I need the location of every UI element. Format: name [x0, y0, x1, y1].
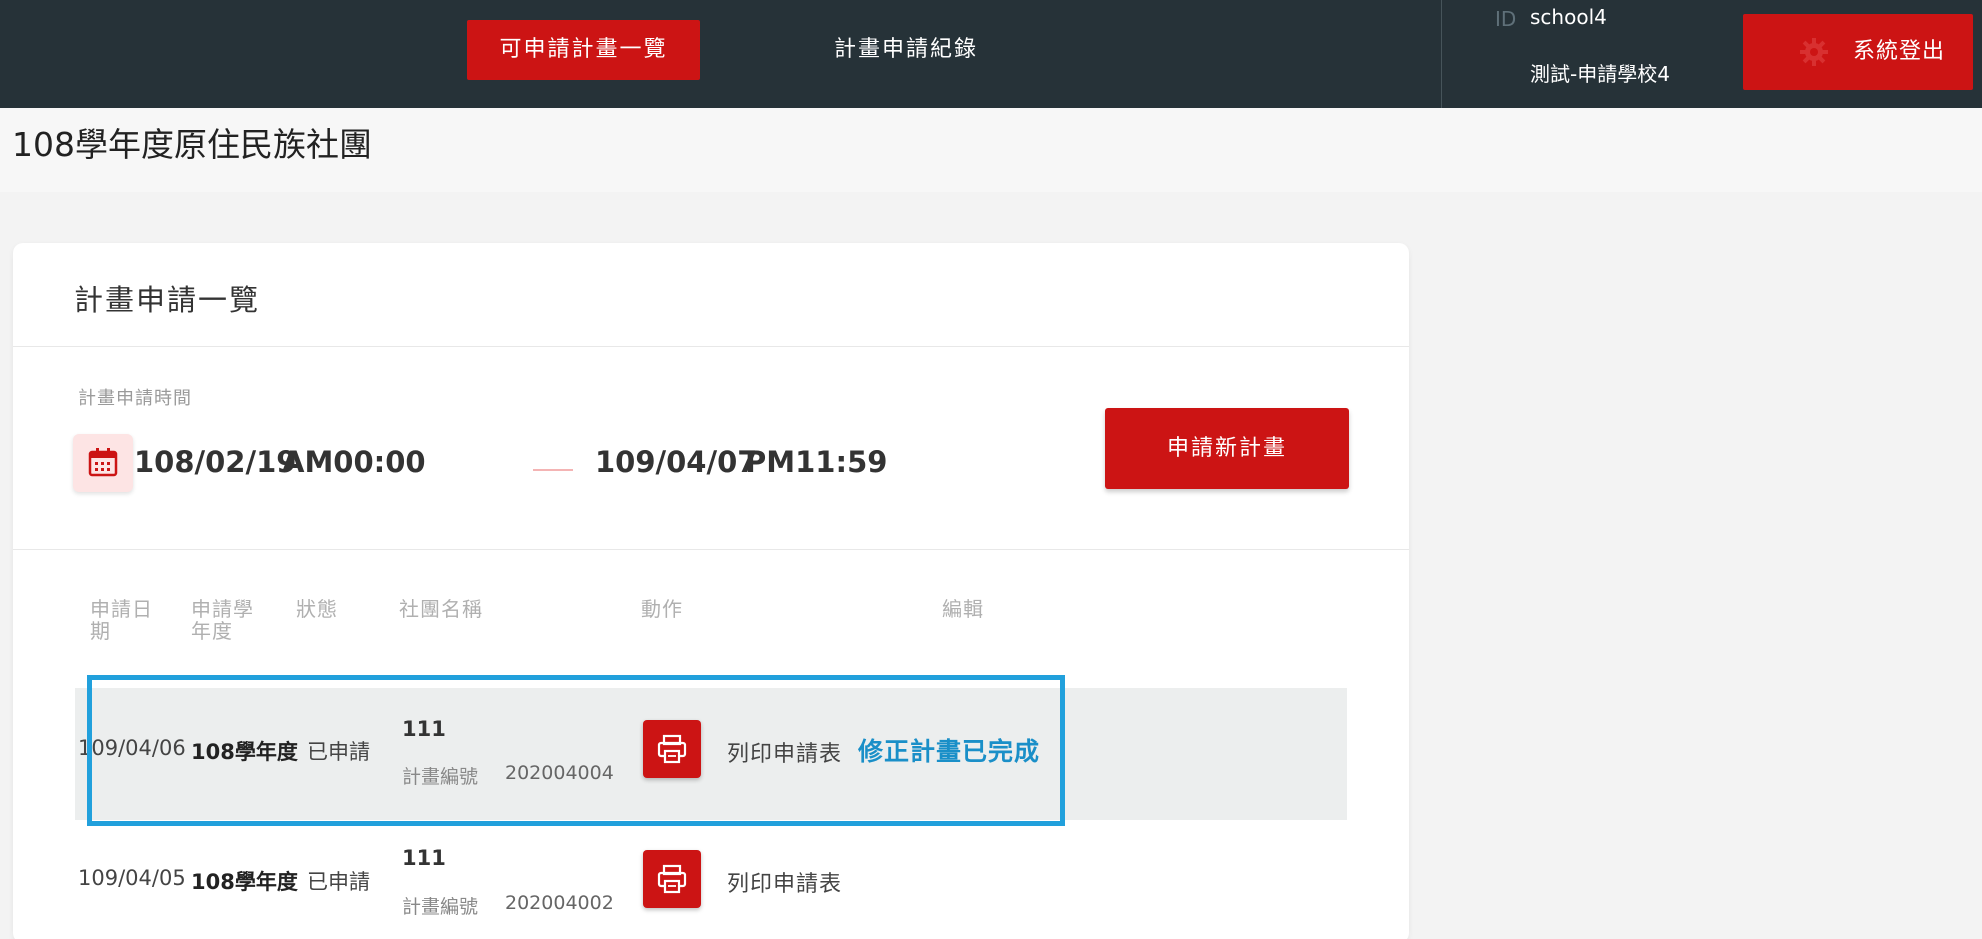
logout-button[interactable]: 系統登出 — [1743, 14, 1973, 90]
printer-icon — [657, 864, 687, 894]
header-status: 狀態 — [296, 597, 338, 621]
row-plan-no: 202004002 — [505, 892, 614, 914]
user-id: school4 — [1530, 5, 1607, 29]
top-navbar: 可申請計畫一覽 計畫申請紀錄 ID school4 測試-申請學校4 系統登出 — [0, 0, 1982, 108]
row-plan-no-label: 計畫編號 — [402, 896, 479, 918]
row-club-name: 111 — [402, 846, 446, 870]
end-date: 109/04/07 — [595, 445, 758, 479]
topbar-divider — [1441, 0, 1442, 108]
plan-application-card: 計畫申請一覽 計畫申請時間 108/02/19 AM00:00 109/04/0… — [13, 243, 1409, 939]
header-apply-year: 申請學年度 — [191, 597, 254, 643]
print-form-link[interactable]: 列印申請表 — [727, 866, 842, 898]
end-time: PM11:59 — [745, 445, 888, 479]
header-edit: 編輯 — [942, 597, 984, 621]
start-time: AM00:00 — [282, 445, 426, 479]
header-action: 動作 — [641, 597, 683, 621]
table-row: 109/04/05 108學年度 已申請 111 計畫編號 202004002 … — [75, 820, 1347, 939]
apply-new-plan-button[interactable]: 申請新計畫 — [1105, 408, 1349, 489]
highlight-box — [87, 675, 1065, 826]
date-range-arrow — [533, 469, 573, 471]
user-id-tag: ID — [1495, 7, 1517, 31]
header-apply-date: 申請日期 — [90, 597, 153, 643]
page-title-bar: 108學年度原住民族社團 — [0, 108, 1982, 192]
print-button[interactable] — [643, 850, 701, 908]
user-school-name: 測試-申請學校4 — [1530, 62, 1670, 86]
nav-plan-records-link[interactable]: 計畫申請紀錄 — [806, 20, 1006, 80]
page-title: 108學年度原住民族社團 — [12, 125, 372, 164]
row-status: 已申請 — [307, 870, 370, 894]
start-date: 108/02/19 — [134, 445, 297, 479]
header-club-name: 社團名稱 — [399, 597, 483, 621]
section-divider — [13, 549, 1409, 550]
application-period-label: 計畫申請時間 — [78, 388, 192, 409]
calendar-icon — [73, 434, 133, 492]
row-apply-date: 109/04/05 — [78, 866, 186, 890]
row-apply-year: 108學年度 — [191, 870, 298, 894]
card-title: 計畫申請一覽 — [74, 283, 261, 317]
nav-available-plans-button[interactable]: 可申請計畫一覽 — [467, 20, 700, 80]
gear-icon — [1798, 36, 1830, 68]
logout-label: 系統登出 — [1853, 39, 1946, 64]
card-header: 計畫申請一覽 — [13, 243, 1409, 347]
